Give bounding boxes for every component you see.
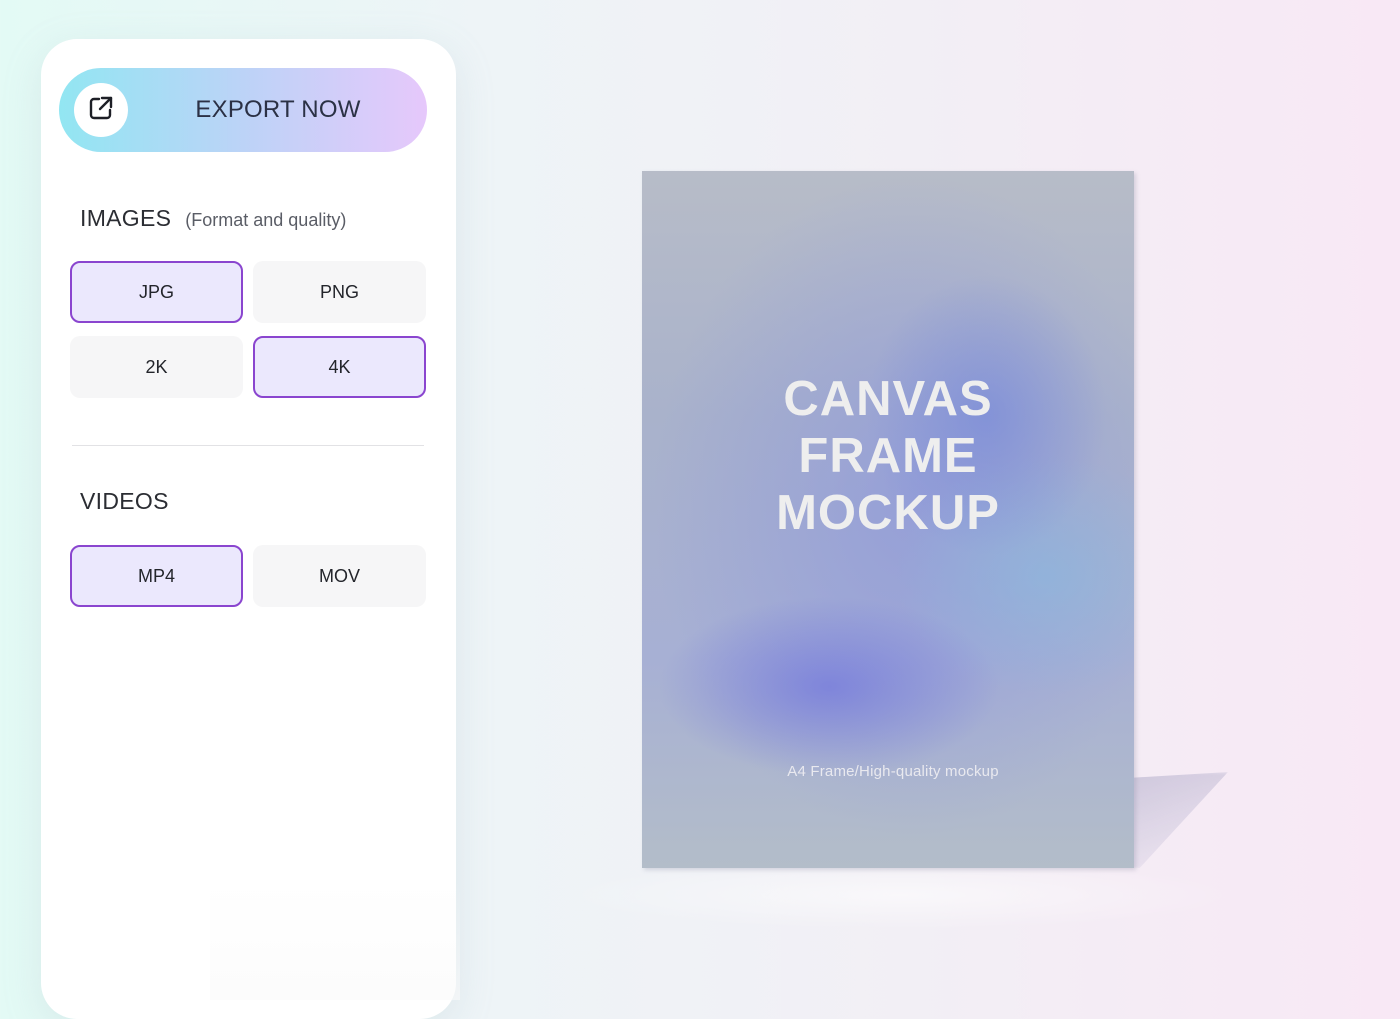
images-section-heading: IMAGES (Format and quality) <box>80 205 346 232</box>
option-mov[interactable]: MOV <box>253 545 426 607</box>
images-subtitle: (Format and quality) <box>185 210 347 230</box>
canvas-title-line: MOCKUP <box>776 486 1000 540</box>
option-4k[interactable]: 4K <box>253 336 426 398</box>
export-now-button[interactable]: EXPORT NOW <box>59 68 427 152</box>
option-2k[interactable]: 2K <box>70 336 243 398</box>
option-4k-label: 4K <box>328 356 351 377</box>
external-link-icon <box>87 94 115 127</box>
videos-title: VIDEOS <box>80 488 169 514</box>
canvas-title-line: FRAME <box>798 429 978 483</box>
canvas-mockup-preview: CANVAS FRAME MOCKUP A4 Frame/High-qualit… <box>642 171 1134 868</box>
export-panel: EXPORT NOW IMAGES (Format and quality) JP… <box>41 39 456 1019</box>
canvas-title: CANVAS FRAME MOCKUP <box>642 371 1134 542</box>
canvas-title-line: CANVAS <box>783 372 993 426</box>
option-jpg[interactable]: JPG <box>70 261 243 323</box>
section-divider <box>72 445 424 446</box>
option-jpg-label: JPG <box>138 281 174 302</box>
option-mov-label: MOV <box>318 565 360 586</box>
videos-section-heading: VIDEOS <box>80 488 169 515</box>
floor-glow <box>560 860 1240 930</box>
option-2k-label: 2K <box>145 356 168 377</box>
option-png-label: PNG <box>319 281 359 302</box>
export-now-label: EXPORT NOW <box>195 96 361 123</box>
option-png[interactable]: PNG <box>253 261 426 323</box>
panel-bottom-fade <box>210 880 460 1000</box>
canvas-caption: A4 Frame/High-quality mockup <box>787 763 999 780</box>
export-icon-circle <box>74 83 128 137</box>
canvas-shadow <box>1132 772 1228 868</box>
option-mp4[interactable]: MP4 <box>70 545 243 607</box>
images-title: IMAGES <box>80 205 172 231</box>
option-mp4-label: MP4 <box>137 565 175 586</box>
